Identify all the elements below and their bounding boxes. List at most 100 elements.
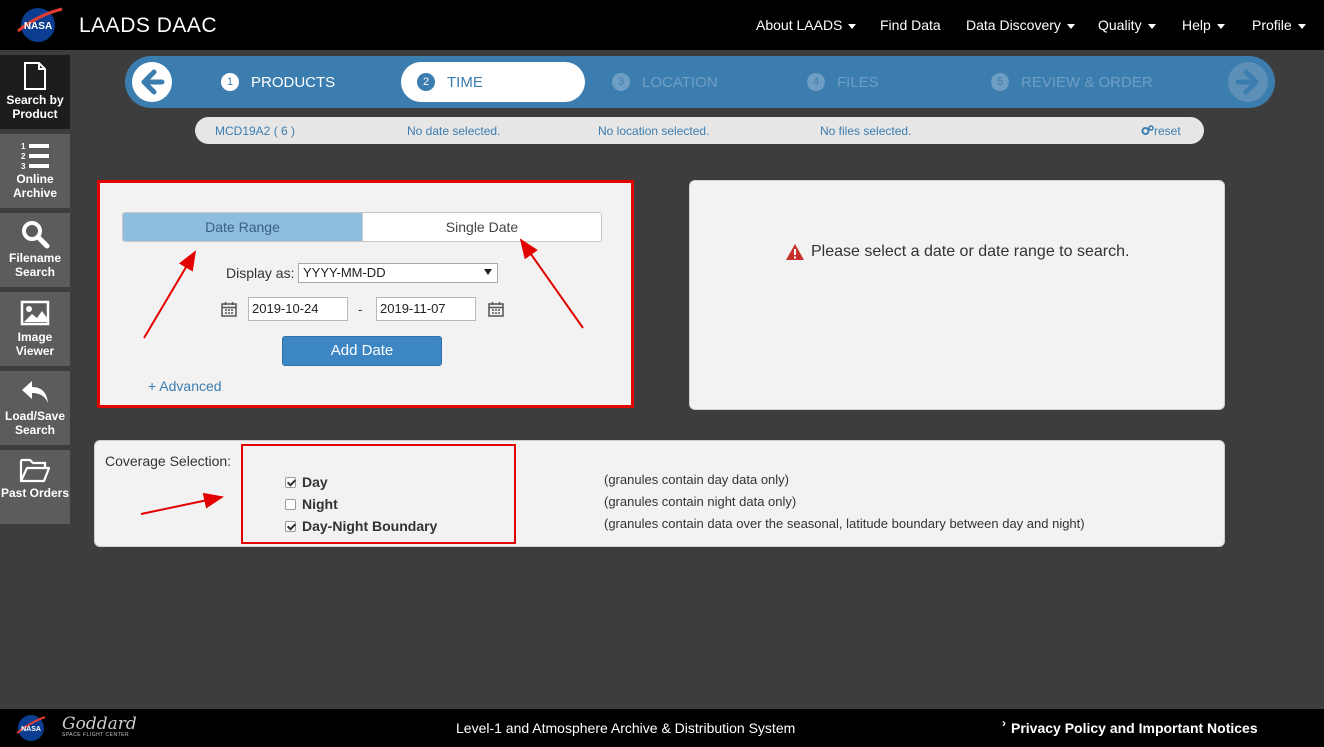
message-text: Please select a date or date range to se… (811, 243, 1130, 260)
step-label: FILES (837, 73, 879, 91)
coverage-option-day[interactable]: Day (285, 474, 328, 490)
step-label: PRODUCTS (251, 73, 336, 91)
step-review-order[interactable]: 5 REVIEW & ORDER (991, 62, 1153, 102)
coverage-option-label: Night (302, 496, 338, 512)
caret-down-icon (1297, 23, 1306, 29)
summary-date[interactable]: No date selected. (407, 124, 500, 138)
warning-icon (786, 244, 804, 260)
previous-step-button[interactable] (132, 62, 172, 102)
app-title[interactable]: LAADS DAAC (79, 14, 217, 38)
step-label: TIME (447, 73, 483, 91)
sidebar-item-label: Load/Save (4, 409, 66, 423)
nav-profile-label: Profile (1252, 17, 1292, 33)
summary-files[interactable]: No files selected. (820, 124, 911, 138)
goddard-logo[interactable]: Goddard SPACE FLIGHT CENTER (62, 714, 137, 738)
reset-label: reset (1154, 124, 1181, 138)
tab-single-date[interactable]: Single Date (362, 213, 601, 241)
day-night-boundary-checkbox[interactable] (285, 520, 296, 532)
coverage-option-label: Day (302, 474, 328, 490)
sidebar-item-label: Online (16, 172, 54, 186)
sidebar-item-label: Image (17, 330, 53, 344)
add-date-button[interactable]: Add Date (282, 336, 442, 366)
coverage-option-description: (granules contain night data only) (604, 494, 797, 509)
image-icon (20, 300, 50, 326)
step-number: 4 (807, 73, 825, 91)
step-files[interactable]: 4 FILES (807, 62, 879, 102)
summary-location[interactable]: No location selected. (598, 124, 709, 138)
sidebar-item-search-by-product[interactable]: Search by Product (0, 55, 70, 129)
svg-text:2: 2 (21, 152, 26, 161)
date-range-separator: - (358, 302, 363, 317)
start-date-input[interactable]: 2019-10-24 (248, 297, 348, 321)
date-format-value: YYYY-MM-DD (303, 265, 386, 280)
step-number: 3 (612, 73, 630, 91)
footer: NASA Goddard SPACE FLIGHT CENTER Level-1 … (0, 709, 1324, 747)
selection-summary-bar: MCD19A2 ( 6 ) No date selected. No locat… (195, 117, 1204, 144)
reset-button[interactable]: reset (1141, 124, 1181, 138)
advanced-link[interactable]: + Advanced (148, 378, 222, 394)
date-selection-panel: Date Range Single Date Display as: YYYY-… (97, 180, 634, 408)
caret-down-icon (1216, 23, 1225, 29)
tab-date-range[interactable]: Date Range (123, 213, 362, 241)
search-message-panel: Please select a date or date range to se… (689, 180, 1225, 410)
next-step-button[interactable] (1228, 62, 1268, 102)
search-icon (22, 221, 50, 249)
night-checkbox[interactable] (285, 498, 296, 510)
arrow-left-icon (141, 69, 165, 95)
svg-text:3: 3 (21, 162, 26, 170)
document-icon (24, 62, 46, 90)
sidebar-item-label: Past Orders (0, 486, 70, 500)
sidebar-item-label: Product (12, 107, 58, 121)
nasa-logo[interactable]: NASA (16, 5, 64, 45)
nav-find-data[interactable]: Find Data (880, 17, 941, 33)
sidebar-item-label: Filename (8, 251, 62, 265)
caret-down-icon (848, 23, 857, 29)
sidebar-item-online-archive[interactable]: 123 Online Archive (0, 134, 70, 208)
summary-product[interactable]: MCD19A2 ( 6 ) (215, 124, 295, 138)
nasa-footer-logo[interactable]: NASA (16, 713, 46, 743)
step-label: LOCATION (642, 73, 718, 91)
nav-help[interactable]: Help (1182, 17, 1225, 33)
caret-down-icon (1066, 23, 1075, 29)
step-location[interactable]: 3 LOCATION (612, 62, 718, 102)
step-products[interactable]: 1 PRODUCTS (221, 62, 335, 102)
date-format-select[interactable]: YYYY-MM-DD (298, 263, 498, 283)
step-wizard: 1 PRODUCTS 2 TIME 3 LOCATION 4 FILES 5 REVIEW… (125, 56, 1275, 108)
coverage-selection-label: Coverage Selection: (105, 453, 232, 469)
coverage-option-day-night-boundary[interactable]: Day-Night Boundary (285, 518, 437, 534)
date-mode-toggle: Date Range Single Date (122, 212, 602, 242)
sidebar-item-past-orders[interactable]: Past Orders (0, 450, 70, 524)
nasa-logo-text: NASA (24, 21, 52, 32)
sidebar-item-load-save-search[interactable]: Load/Save Search (0, 371, 70, 445)
coverage-option-label: Day-Night Boundary (302, 518, 438, 534)
step-number: 5 (991, 73, 1009, 91)
sidebar-item-label: Search (14, 423, 56, 437)
privacy-policy-link[interactable]: Privacy Policy and Important Notices (1002, 716, 1258, 736)
top-navbar: NASA LAADS DAAC About LAADS Find Data Da… (0, 0, 1324, 50)
nav-profile[interactable]: Profile (1252, 17, 1306, 33)
sidebar-item-filename-search[interactable]: Filename Search (0, 213, 70, 287)
nasa-footer-logo-text: NASA (21, 726, 41, 733)
coverage-option-night[interactable]: Night (285, 496, 338, 512)
coverage-selection-panel: Coverage Selection: Day Night Day-Night … (94, 440, 1225, 547)
end-date-input[interactable]: 2019-11-07 (376, 297, 476, 321)
day-checkbox[interactable] (285, 476, 296, 488)
nav-find-data-label: Find Data (880, 17, 941, 33)
nav-about-laads[interactable]: About LAADS (756, 17, 857, 33)
reply-icon (22, 381, 48, 403)
arrow-right-icon (1235, 69, 1259, 95)
nav-quality[interactable]: Quality (1098, 17, 1156, 33)
step-number: 1 (221, 73, 239, 91)
numbered-list-icon: 123 (21, 142, 49, 170)
step-time[interactable]: 2 TIME (401, 62, 585, 102)
step-label: REVIEW & ORDER (1021, 73, 1153, 91)
sidebar-item-label: Search (14, 265, 56, 279)
sidebar-item-image-viewer[interactable]: Image Viewer (0, 292, 70, 366)
select-date-message: Please select a date or date range to se… (785, 243, 1129, 261)
calendar-icon[interactable] (221, 301, 237, 317)
nav-data-discovery[interactable]: Data Discovery (966, 17, 1075, 33)
goddard-logo-text: Goddard (62, 714, 137, 734)
gears-icon (1141, 125, 1154, 135)
calendar-icon[interactable] (488, 301, 504, 317)
sidebar-item-label: Archive (12, 186, 58, 200)
